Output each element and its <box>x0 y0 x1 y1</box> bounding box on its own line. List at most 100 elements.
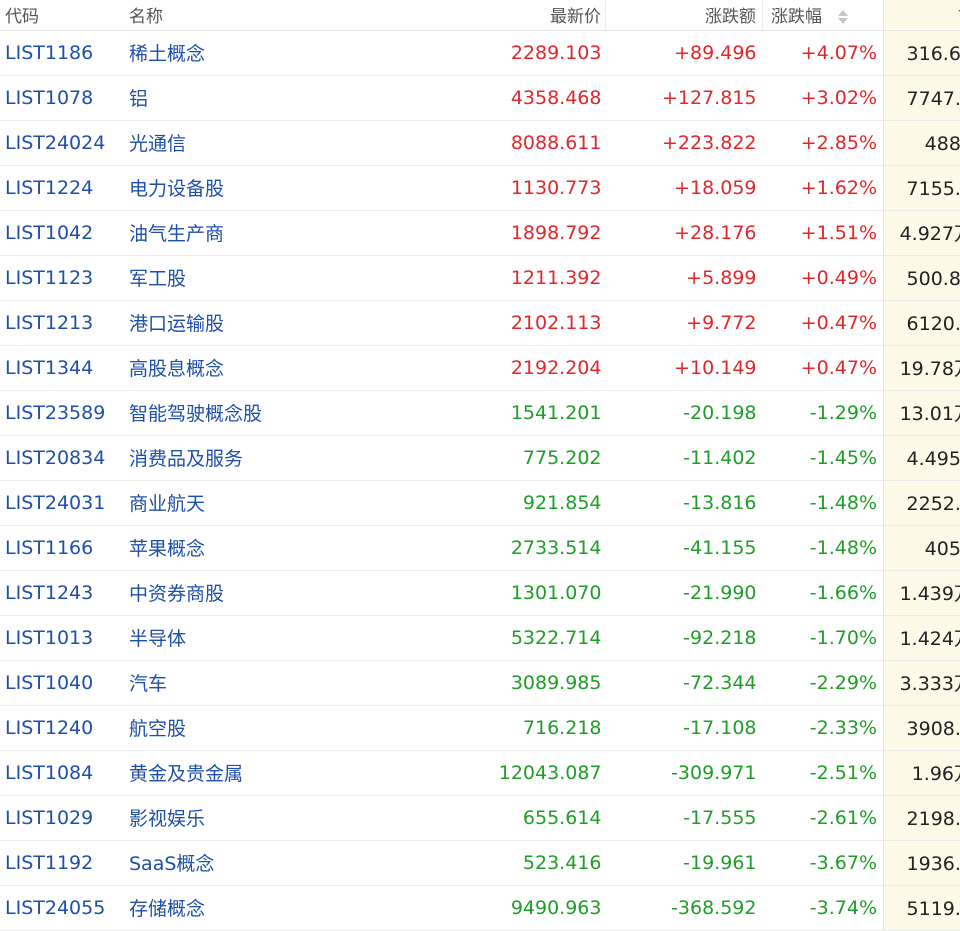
cell-code: LIST1186 <box>0 30 123 75</box>
row-name-link[interactable]: 高股息概念 <box>123 358 224 380</box>
row-name-link[interactable]: 影视娱乐 <box>123 808 205 830</box>
table-row[interactable]: LIST1078铝4358.468+127.815+3.02%7747.5亿 <box>0 75 960 120</box>
row-code-link[interactable]: LIST1192 <box>5 852 93 874</box>
table-row[interactable]: LIST1042油气生产商1898.792+28.176+1.51%4.927万… <box>0 210 960 255</box>
cell-code: LIST24031 <box>0 480 123 525</box>
cell-name: 中资券商股 <box>123 570 485 615</box>
table-row[interactable]: LIST1166苹果概念2733.514-41.155-1.48%4052亿 <box>0 525 960 570</box>
table-row[interactable]: LIST1123军工股1211.392+5.899+0.49%500.86亿 <box>0 255 960 300</box>
table-row[interactable]: LIST1192SaaS概念523.416-19.961-3.67%1936.5… <box>0 840 960 885</box>
row-name-link[interactable]: 铝 <box>123 88 148 110</box>
cell-code: LIST1078 <box>0 75 123 120</box>
row-name-link[interactable]: 消费品及服务 <box>123 448 243 470</box>
row-code-link[interactable]: LIST1186 <box>5 42 93 64</box>
row-price: 9490.963 <box>511 897 602 919</box>
row-name-link[interactable]: 存储概念 <box>123 898 205 920</box>
row-name-link[interactable]: 商业航天 <box>123 493 205 515</box>
table-row[interactable]: LIST1029影视娱乐655.614-17.555-2.61%2198.1亿 <box>0 795 960 840</box>
row-name-link[interactable]: 智能驾驶概念股 <box>123 403 262 425</box>
row-market-cap: 4888亿 <box>925 133 960 155</box>
row-name-link[interactable]: SaaS概念 <box>123 853 214 875</box>
row-code-link[interactable]: LIST24024 <box>5 132 105 154</box>
table-row[interactable]: LIST20834消费品及服务775.202-11.402-1.45%4.495… <box>0 435 960 480</box>
cell-change: +127.815 <box>606 75 763 120</box>
table-row[interactable]: LIST1240航空股716.218-17.108-2.33%3908.3亿 <box>0 705 960 750</box>
row-code-link[interactable]: LIST1243 <box>5 582 93 604</box>
cell-price: 1898.792 <box>485 210 606 255</box>
row-price: 1898.792 <box>511 222 602 244</box>
row-market-cap: 6120.5亿 <box>907 313 960 335</box>
row-percent: +0.47% <box>801 312 877 334</box>
cell-price: 775.202 <box>485 435 606 480</box>
table-row[interactable]: LIST24031商业航天921.854-13.816-1.48%2252.6亿 <box>0 480 960 525</box>
row-change: +223.822 <box>662 132 757 154</box>
cell-code: LIST23589 <box>0 390 123 435</box>
row-code-link[interactable]: LIST1084 <box>5 762 93 784</box>
row-name-link[interactable]: 电力设备股 <box>123 178 224 200</box>
row-percent: +0.47% <box>801 357 877 379</box>
cell-price: 523.416 <box>485 840 606 885</box>
row-code-link[interactable]: LIST24031 <box>5 492 105 514</box>
row-market-cap: 4.4958亿 <box>907 448 960 470</box>
col-header-percent[interactable]: 涨跌幅 <box>763 0 884 30</box>
cell-name: 苹果概念 <box>123 525 485 570</box>
row-name-link[interactable]: 稀土概念 <box>123 43 205 65</box>
row-price: 2102.113 <box>511 312 602 334</box>
cell-cap: 2198.1亿 <box>884 795 960 840</box>
row-percent: -1.70% <box>810 627 877 649</box>
row-name-link[interactable]: 港口运输股 <box>123 313 224 335</box>
table-row[interactable]: LIST24024光通信8088.611+223.822+2.85%4888亿 <box>0 120 960 165</box>
table-row[interactable]: LIST1243中资券商股1301.070-21.990-1.66%1.439万… <box>0 570 960 615</box>
table-row[interactable]: LIST1186稀土概念2289.103+89.496+4.07%316.66亿 <box>0 30 960 75</box>
table-row[interactable]: LIST24055存储概念9490.963-368.592-3.74%5119.… <box>0 885 960 930</box>
row-name-link[interactable]: 航空股 <box>123 718 186 740</box>
row-code-link[interactable]: LIST23589 <box>5 402 105 424</box>
row-code-link[interactable]: LIST1344 <box>5 357 93 379</box>
table-row[interactable]: LIST1213港口运输股2102.113+9.772+0.47%6120.5亿 <box>0 300 960 345</box>
cell-code: LIST1166 <box>0 525 123 570</box>
row-name-link[interactable]: 光通信 <box>123 133 186 155</box>
table-row[interactable]: LIST1084黄金及贵金属12043.087-309.971-2.51%1.9… <box>0 750 960 795</box>
row-change: -92.218 <box>683 627 756 649</box>
row-code-link[interactable]: LIST20834 <box>5 447 105 469</box>
row-code-link[interactable]: LIST1040 <box>5 672 93 694</box>
row-name-link[interactable]: 苹果概念 <box>123 538 205 560</box>
row-code-link[interactable]: LIST24055 <box>5 897 105 919</box>
row-code-link[interactable]: LIST1224 <box>5 177 93 199</box>
row-code-link[interactable]: LIST1166 <box>5 537 93 559</box>
sort-arrows-icon[interactable] <box>838 9 848 25</box>
cell-name: 电力设备股 <box>123 165 485 210</box>
row-name-link[interactable]: 军工股 <box>123 268 186 290</box>
table-row[interactable]: LIST1013半导体5322.714-92.218-1.70%1.424万亿 <box>0 615 960 660</box>
cell-cap: 13.01万亿 <box>884 390 960 435</box>
row-code-link[interactable]: LIST1078 <box>5 87 93 109</box>
table-row[interactable]: LIST1040汽车3089.985-72.344-2.29%3.333万亿 <box>0 660 960 705</box>
table-row[interactable]: LIST1224电力设备股1130.773+18.059+1.62%7155.2… <box>0 165 960 210</box>
cell-price: 1301.070 <box>485 570 606 615</box>
row-name-link[interactable]: 半导体 <box>123 628 186 650</box>
row-code-link[interactable]: LIST1042 <box>5 222 93 244</box>
row-percent: -3.74% <box>810 897 877 919</box>
row-code-link[interactable]: LIST1013 <box>5 627 93 649</box>
row-name-link[interactable]: 油气生产商 <box>123 223 224 245</box>
row-market-cap: 3908.3亿 <box>907 718 960 740</box>
row-name-link[interactable]: 黄金及贵金属 <box>123 763 243 785</box>
row-code-link[interactable]: LIST1213 <box>5 312 93 334</box>
cell-change: -92.218 <box>606 615 763 660</box>
row-code-link[interactable]: LIST1029 <box>5 807 93 829</box>
col-header-change[interactable]: 涨跌额 <box>606 0 763 30</box>
col-header-name[interactable]: 名称 <box>123 0 485 30</box>
row-code-link[interactable]: LIST1123 <box>5 267 93 289</box>
col-header-cap[interactable]: 市值 <box>884 0 960 30</box>
col-header-code[interactable]: 代码 <box>0 0 123 30</box>
cell-code: LIST1224 <box>0 165 123 210</box>
table-row[interactable]: LIST1344高股息概念2192.204+10.149+0.47%19.78万… <box>0 345 960 390</box>
row-code-link[interactable]: LIST1240 <box>5 717 93 739</box>
cell-name: 商业航天 <box>123 480 485 525</box>
row-name-link[interactable]: 中资券商股 <box>123 583 224 605</box>
table-row[interactable]: LIST23589智能驾驶概念股1541.201-20.198-1.29%13.… <box>0 390 960 435</box>
col-header-price[interactable]: 最新价 <box>485 0 606 30</box>
cell-code: LIST1042 <box>0 210 123 255</box>
row-market-cap: 4.927万亿 <box>900 223 960 245</box>
row-name-link[interactable]: 汽车 <box>123 673 167 695</box>
